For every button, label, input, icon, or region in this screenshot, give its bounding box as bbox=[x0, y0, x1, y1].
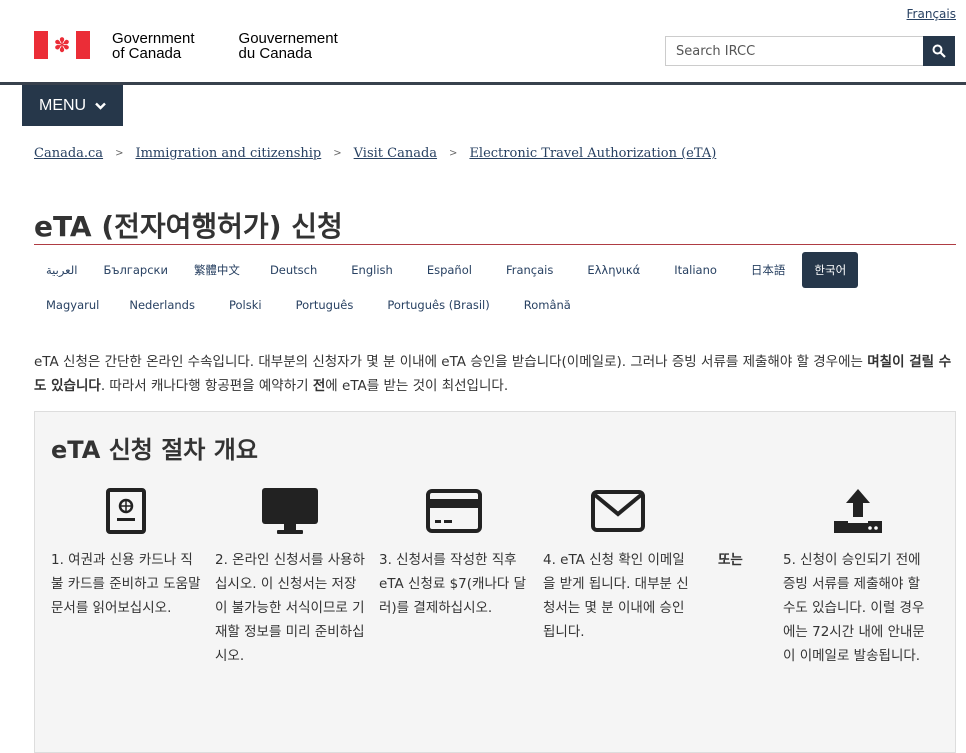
canada-flag-icon: ✽ bbox=[34, 31, 90, 59]
menu-button[interactable]: MENU bbox=[22, 85, 123, 126]
breadcrumb: Canada.ca > Immigration and citizenship … bbox=[34, 146, 716, 161]
step-3-text: 3. 신청서를 작성한 직후 eTA 신청료 $7(캐나다 달러)를 결제하십시… bbox=[379, 552, 526, 616]
breadcrumb-link-canada[interactable]: Canada.ca bbox=[34, 146, 103, 161]
envelope-icon bbox=[543, 482, 693, 540]
breadcrumb-link-immigration[interactable]: Immigration and citizenship bbox=[135, 146, 321, 161]
lang-link-german[interactable]: Deutsch bbox=[253, 263, 334, 277]
overview-title: eTA 신청 절차 개요 bbox=[51, 436, 258, 464]
header-rule bbox=[0, 82, 966, 85]
step-4: 4. eTA 신청 확인 이메일을 받게 됩니다. 대부분 신청서는 몇 분 이… bbox=[543, 482, 693, 644]
lang-link-japanese[interactable]: 日本語 bbox=[734, 262, 803, 278]
step-4-text: 4. eTA 신청 확인 이메일을 받게 됩니다. 대부분 신청서는 몇 분 이… bbox=[543, 552, 689, 640]
overview-panel: eTA 신청 절차 개요 1. 여권과 신용 카드나 직불 카드를 준비하고 도… bbox=[34, 411, 956, 753]
lang-link-portuguese-brazil[interactable]: Português (Brasil) bbox=[370, 298, 506, 312]
language-links: العربية Български 繁體中文 Deutsch English E… bbox=[34, 251, 956, 322]
lang-link-greek[interactable]: Ελληνικά bbox=[570, 263, 657, 277]
gov-en-line2: of Canada bbox=[112, 45, 182, 62]
or-label: 또는 bbox=[718, 552, 743, 568]
lang-link-korean-active[interactable]: 한국어 bbox=[802, 251, 859, 288]
lang-link-french[interactable]: Français bbox=[489, 263, 570, 277]
search-button[interactable] bbox=[923, 36, 955, 66]
government-of-canada-signature[interactable]: ✽ Government of Canada Gouvernement du C… bbox=[34, 31, 382, 61]
lang-link-chinese-traditional[interactable]: 繁體中文 bbox=[181, 262, 253, 278]
search-bar: Search IRCC bbox=[665, 36, 955, 66]
upload-icon bbox=[783, 482, 933, 540]
search-input[interactable]: Search IRCC bbox=[665, 36, 923, 66]
intro-text-3: 에 eTA를 받는 것이 최선입니다. bbox=[325, 378, 509, 394]
gov-en-line1: Government bbox=[112, 30, 195, 47]
step-2: 2. 온라인 신청서를 사용하십시오. 이 신청서는 저장이 불가능한 서식이므… bbox=[215, 482, 365, 668]
lang-link-dutch[interactable]: Nederlands bbox=[112, 298, 212, 312]
lang-link-english[interactable]: English bbox=[334, 263, 410, 277]
chevron-down-icon bbox=[95, 99, 106, 113]
intro-text-2: . 따라서 캐나다행 항공편을 예약하기 bbox=[100, 378, 313, 394]
lang-link-hungarian[interactable]: Magyarul bbox=[34, 298, 112, 312]
intro-paragraph: eTA 신청은 간단한 온라인 수속입니다. 대부분의 신청자가 몇 분 이내에… bbox=[34, 350, 959, 398]
step-1: 1. 여권과 신용 카드나 직불 카드를 준비하고 도움말 문서를 읽어보십시오… bbox=[51, 482, 201, 620]
credit-card-icon bbox=[379, 482, 529, 540]
page-title: eTA (전자여행허가) 신청 bbox=[34, 210, 343, 243]
computer-icon bbox=[215, 482, 365, 540]
step-3: 3. 신청서를 작성한 직후 eTA 신청료 $7(캐나다 달러)를 결제하십시… bbox=[379, 482, 529, 620]
step-2-text: 2. 온라인 신청서를 사용하십시오. 이 신청서는 저장이 불가능한 서식이므… bbox=[215, 552, 365, 664]
title-rule bbox=[34, 244, 956, 245]
lang-link-spanish[interactable]: Español bbox=[410, 263, 489, 277]
breadcrumb-separator-icon: > bbox=[333, 148, 342, 159]
lang-link-arabic[interactable]: العربية bbox=[34, 263, 90, 277]
lang-link-portuguese[interactable]: Português bbox=[279, 298, 371, 312]
lang-link-bulgarian[interactable]: Български bbox=[90, 263, 181, 277]
breadcrumb-link-eta[interactable]: Electronic Travel Authorization (eTA) bbox=[469, 146, 716, 161]
step-1-text: 1. 여권과 신용 카드나 직불 카드를 준비하고 도움말 문서를 읽어보십시오… bbox=[51, 552, 201, 616]
intro-bold-2: 전 bbox=[312, 378, 326, 394]
language-toggle-link[interactable]: Français bbox=[907, 7, 956, 21]
passport-icon bbox=[51, 482, 201, 540]
gov-fr-line2: du Canada bbox=[238, 45, 312, 62]
breadcrumb-separator-icon: > bbox=[115, 148, 124, 159]
lang-link-italian[interactable]: Italiano bbox=[657, 263, 734, 277]
lang-link-polish[interactable]: Polski bbox=[212, 298, 279, 312]
search-icon bbox=[932, 44, 946, 58]
lang-link-romanian[interactable]: Română bbox=[507, 298, 588, 312]
gov-fr-line1: Gouvernement bbox=[238, 30, 338, 47]
breadcrumb-separator-icon: > bbox=[449, 148, 458, 159]
step-5: 5. 신청이 승인되기 전에 증빙 서류를 제출해야 할 수도 있습니다. 이럴… bbox=[783, 482, 933, 668]
menu-label: MENU bbox=[39, 96, 87, 114]
step-5-text: 5. 신청이 승인되기 전에 증빙 서류를 제출해야 할 수도 있습니다. 이럴… bbox=[783, 552, 925, 664]
breadcrumb-link-visit-canada[interactable]: Visit Canada bbox=[354, 146, 437, 161]
intro-text-1: eTA 신청은 간단한 온라인 수속입니다. 대부분의 신청자가 몇 분 이내에… bbox=[34, 354, 863, 370]
